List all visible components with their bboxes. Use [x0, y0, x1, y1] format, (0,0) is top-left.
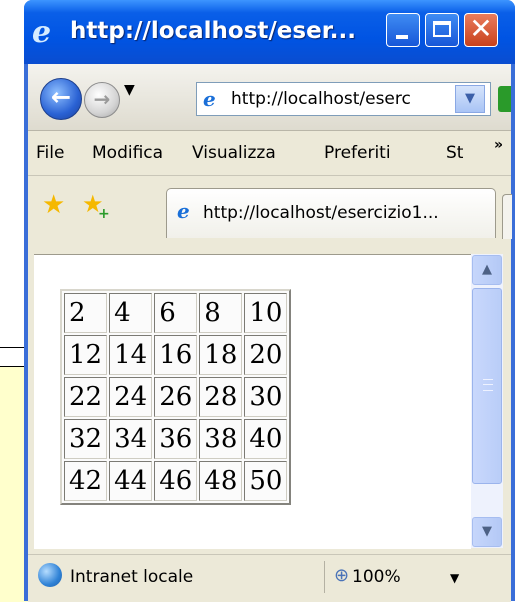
close-button[interactable]: ✕: [464, 12, 498, 47]
new-tab-button[interactable]: [502, 194, 512, 239]
menu-strumenti[interactable]: St: [446, 143, 463, 163]
menu-visualizza[interactable]: Visualizza: [192, 143, 276, 163]
menu-file[interactable]: File: [36, 143, 64, 163]
numbers-table: 2 4 6 8 10 12 14 16 18 20 22 24 26 28 30 32 34 36 38 40 42 44…: [60, 289, 292, 505]
table-row: 22 24 26 28 30: [64, 377, 288, 417]
go-button[interactable]: [498, 86, 511, 112]
table-cell: 12: [64, 335, 108, 375]
maximize-button[interactable]: [425, 13, 459, 47]
zoom-icon[interactable]: ⊕: [334, 565, 349, 586]
menu-modifica[interactable]: Modifica: [92, 143, 163, 163]
table-cell: 44: [109, 461, 153, 501]
table-cell: 34: [109, 419, 153, 459]
add-plus-icon: +: [98, 206, 110, 222]
ie-icon: e: [32, 15, 52, 50]
scroll-down-button[interactable]: ▼: [472, 517, 502, 547]
table-cell: 36: [154, 419, 198, 459]
table-cell: 46: [154, 461, 198, 501]
table-cell: 18: [199, 335, 243, 375]
table-cell: 4: [109, 293, 153, 333]
history-dropdown-icon[interactable]: ▼: [124, 82, 135, 98]
table-cell: 32: [64, 419, 108, 459]
table-cell: 48: [199, 461, 243, 501]
minimize-icon: [396, 35, 408, 39]
security-zone[interactable]: Intranet locale: [70, 567, 193, 587]
table-row: 12 14 16 18 20: [64, 335, 288, 375]
title-bar[interactable]: e http://localhost/eser... ✕: [24, 0, 515, 64]
address-bar[interactable]: e http://localhost/eserc ▼: [196, 82, 491, 116]
ie-tab-icon: e: [177, 199, 190, 223]
window-title: http://localhost/eser...: [70, 18, 356, 44]
table-cell: 24: [109, 377, 153, 417]
table-cell: 50: [244, 461, 288, 501]
back-button[interactable]: ←: [40, 78, 82, 120]
table-cell: 22: [64, 377, 108, 417]
address-dropdown-button[interactable]: ▼: [455, 85, 485, 113]
table-cell: 26: [154, 377, 198, 417]
favorites-bar: ★ ★ + e http://localhost/esercizio1...: [28, 176, 512, 242]
browser-window: e http://localhost/eser... ✕ ← → ▼ e htt…: [24, 0, 515, 602]
arrow-left-icon: ←: [50, 83, 72, 111]
address-text[interactable]: http://localhost/eserc: [231, 89, 411, 109]
table-cell: 38: [199, 419, 243, 459]
status-bar: Intranet locale ⊕ 100% ▼: [28, 554, 511, 602]
tab-label: http://localhost/esercizio1...: [203, 203, 439, 223]
zoom-dropdown-icon[interactable]: ▼: [450, 571, 459, 585]
zoom-level[interactable]: 100%: [352, 567, 401, 587]
table-cell: 20: [244, 335, 288, 375]
table-cell: 14: [109, 335, 153, 375]
scroll-thumb[interactable]: [472, 288, 502, 484]
table-cell: 16: [154, 335, 198, 375]
menu-bar: File Modifica Visualizza Preferiti St »: [28, 131, 511, 176]
minimize-button[interactable]: [386, 13, 420, 47]
ie-page-icon: e: [203, 87, 216, 111]
favorites-star-icon[interactable]: ★: [42, 190, 65, 220]
tab-current[interactable]: e http://localhost/esercizio1...: [166, 188, 496, 238]
table-row: 32 34 36 38 40: [64, 419, 288, 459]
table-cell: 42: [64, 461, 108, 501]
status-divider: [324, 561, 325, 593]
close-icon: ✕: [469, 12, 493, 45]
intranet-globe-icon: [38, 563, 62, 587]
menu-preferiti[interactable]: Preferiti: [324, 143, 391, 163]
table-cell: 8: [199, 293, 243, 333]
table-cell: 28: [199, 377, 243, 417]
table-row: 42 44 46 48 50: [64, 461, 288, 501]
table-cell: 6: [154, 293, 198, 333]
menu-more-chevron[interactable]: »: [494, 137, 503, 153]
table-cell: 40: [244, 419, 288, 459]
navigation-bar: ← → ▼ e http://localhost/eserc ▼: [28, 64, 511, 131]
maximize-icon: [433, 21, 451, 37]
browser-frame: ← → ▼ e http://localhost/eserc ▼ File Mo…: [28, 64, 512, 602]
page-content: 2 4 6 8 10 12 14 16 18 20 22 24 26 28 30 32 34 36 38 40 42 44…: [34, 254, 471, 549]
table-row: 2 4 6 8 10: [64, 293, 288, 333]
table-cell: 10: [244, 293, 288, 333]
forward-button[interactable]: →: [84, 82, 120, 118]
grip-icon: [483, 379, 493, 391]
scroll-up-button[interactable]: ▲: [472, 255, 502, 285]
table-cell: 2: [64, 293, 108, 333]
arrow-right-icon: →: [93, 87, 111, 111]
table-cell: 30: [244, 377, 288, 417]
vertical-scrollbar[interactable]: ▲ ▼: [471, 254, 503, 548]
